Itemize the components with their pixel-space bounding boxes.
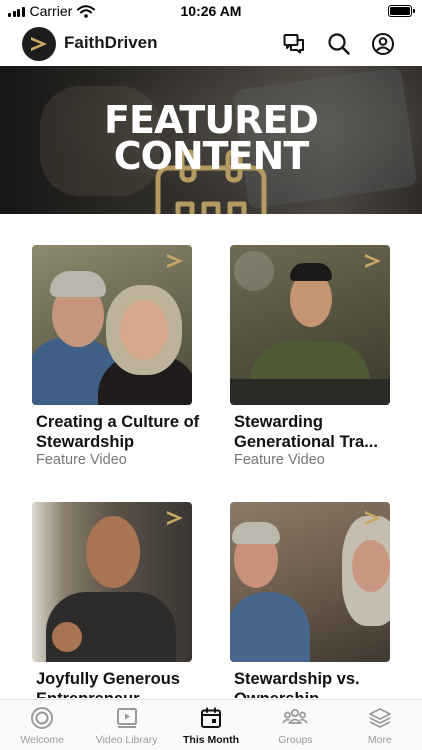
play-chevron-icon (167, 254, 183, 268)
video-thumbnail[interactable] (230, 502, 390, 662)
video-thumbnail[interactable] (32, 502, 192, 662)
banner-title-line1: FEATURED (104, 98, 319, 142)
video-thumbnail[interactable] (230, 245, 390, 405)
card-subtitle: Feature Video (36, 452, 127, 468)
calendar-icon (201, 707, 222, 728)
card-title: Stewarding Generational Tra... (234, 413, 378, 451)
tab-groups[interactable]: Groups (253, 700, 337, 750)
tab-label: Welcome (20, 734, 64, 746)
play-chevron-icon (365, 511, 381, 525)
app-logo (22, 27, 56, 61)
tab-more[interactable]: More (338, 700, 422, 750)
tab-bar: Welcome Video Library This Month Groups (0, 699, 422, 750)
tab-label: More (367, 734, 392, 746)
card-title: Joyfully Generous Entrepreneur (36, 670, 180, 698)
search-icon[interactable] (327, 32, 351, 56)
card-title: Stewardship vs. Ownership (234, 670, 360, 698)
chat-icon[interactable] (282, 32, 306, 56)
banner-title-line2: CONTENT (113, 134, 310, 178)
tab-label: This Month (183, 734, 240, 746)
video-thumbnail[interactable] (32, 245, 192, 405)
battery-icon (388, 5, 415, 17)
tab-label: Groups (278, 734, 313, 746)
status-time: 10:26 AM (180, 3, 242, 19)
tab-video-library[interactable]: Video Library (84, 700, 168, 750)
play-chevron-icon (167, 511, 183, 525)
featured-banner[interactable]: FEATURED CONTENT (0, 66, 422, 214)
account-icon[interactable] (371, 32, 395, 56)
target-icon (31, 707, 54, 729)
app-header: FaithDriven (0, 22, 422, 66)
card-title: Creating a Culture of Stewardship (36, 413, 200, 451)
tab-welcome[interactable]: Welcome (0, 700, 84, 750)
play-chevron-icon (365, 254, 381, 268)
groups-icon (282, 708, 309, 724)
app-title: FaithDriven (64, 33, 158, 52)
video-library-icon (116, 708, 137, 728)
layers-icon (368, 708, 391, 728)
tab-this-month[interactable]: This Month (169, 700, 253, 750)
tab-label: Video Library (95, 734, 158, 746)
card-subtitle: Feature Video (234, 452, 325, 468)
status-bar: Carrier 10:26 AM (0, 0, 422, 22)
logo-chevron-icon (31, 37, 47, 51)
